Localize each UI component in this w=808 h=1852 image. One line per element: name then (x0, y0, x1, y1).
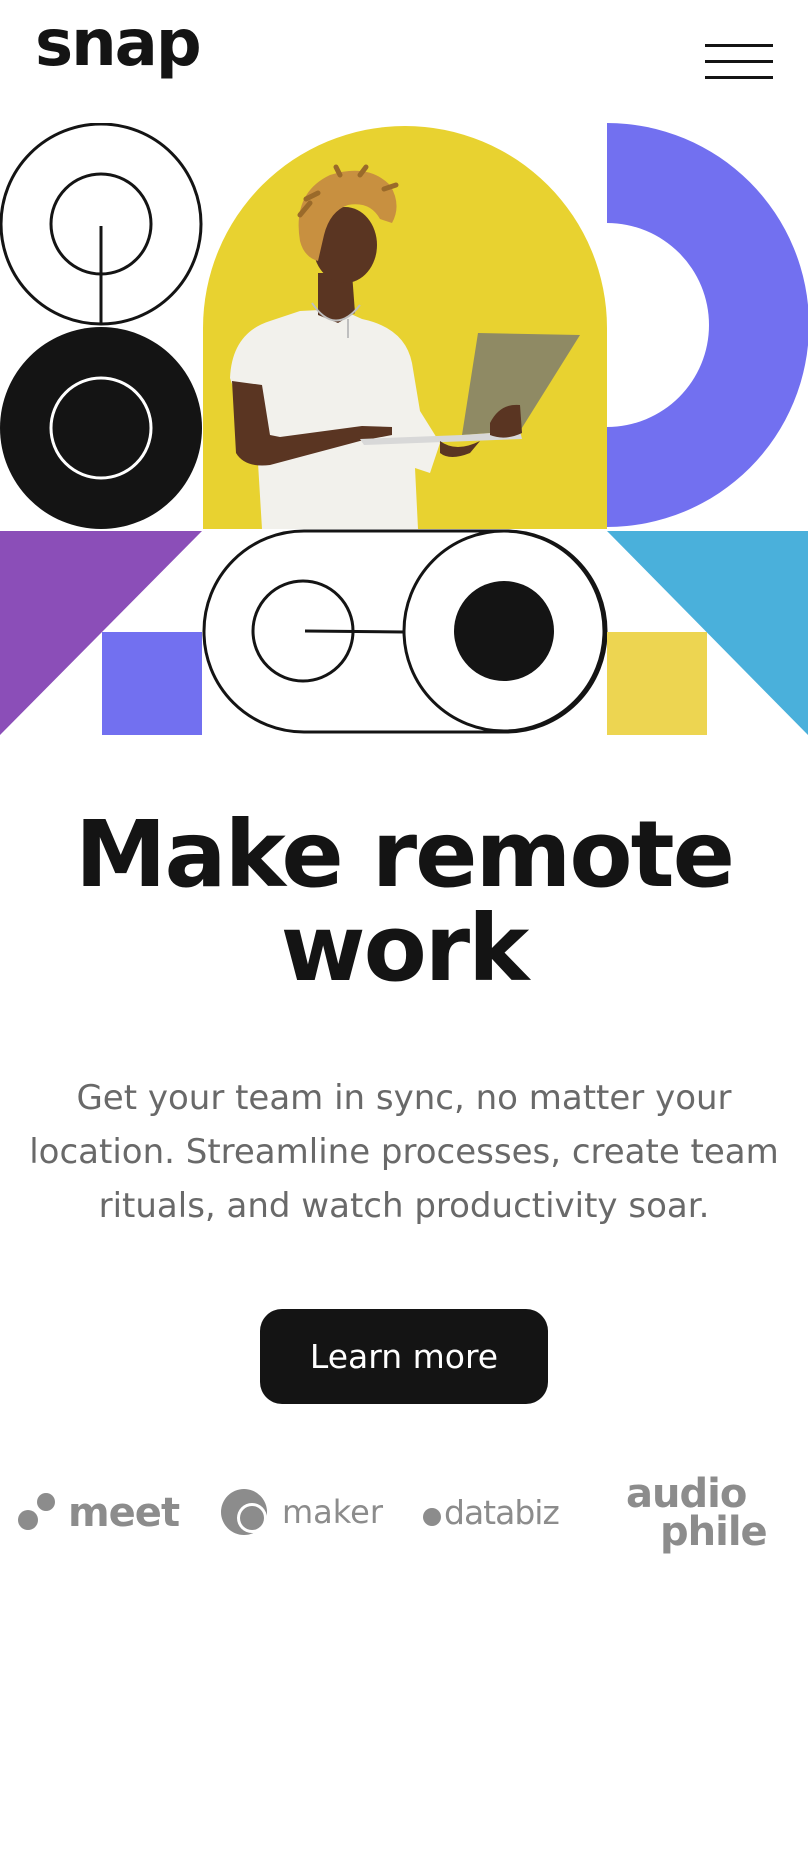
client-logos: meet maker databiz audio phile (0, 1470, 808, 1560)
headline-line: Make remote (75, 801, 735, 908)
maker-logo-text: maker (282, 1493, 384, 1531)
description-line: location. Streamline processes, create t… (29, 1132, 779, 1172)
audiophile-logo-text-bottom: phile (660, 1509, 768, 1555)
databiz-logo: databiz (423, 1488, 593, 1538)
maker-logo: maker (220, 1486, 390, 1540)
audiophile-logo-text-top: audio (626, 1471, 747, 1517)
description-line: rituals, and watch productivity soar. (98, 1186, 710, 1226)
purple-square-shape (102, 632, 202, 735)
meet-dots-icon (18, 1493, 55, 1530)
menu-line (705, 44, 773, 47)
databiz-dot-icon (423, 1508, 441, 1526)
hamburger-menu-icon[interactable] (705, 40, 773, 84)
site-header: snap (0, 0, 808, 110)
snap-logo[interactable]: snap (35, 12, 202, 76)
description-line: Get your team in sync, no matter your (76, 1078, 732, 1118)
purple-arc-shape (607, 123, 808, 527)
pill-outline-shape (202, 529, 608, 734)
hero-photo (203, 126, 607, 529)
maker-circle-icon (221, 1489, 267, 1535)
hero-description: Get your team in sync, no matter your lo… (0, 1071, 808, 1233)
menu-line (705, 76, 773, 79)
meet-logo-text: meet (68, 1490, 180, 1536)
hero-headline: Make remote work (0, 808, 808, 996)
outlined-circle-shape (0, 123, 203, 326)
audiophile-logo: audio phile (626, 1474, 796, 1558)
meet-logo: meet (18, 1488, 188, 1538)
yellow-square-shape (607, 632, 707, 735)
databiz-logo-text: databiz (444, 1493, 560, 1532)
menu-line (705, 60, 773, 63)
learn-more-button[interactable]: Learn more (260, 1309, 548, 1404)
black-circle-shape (0, 327, 202, 529)
hero-illustration (0, 123, 808, 735)
headline-line: work (280, 895, 530, 1002)
